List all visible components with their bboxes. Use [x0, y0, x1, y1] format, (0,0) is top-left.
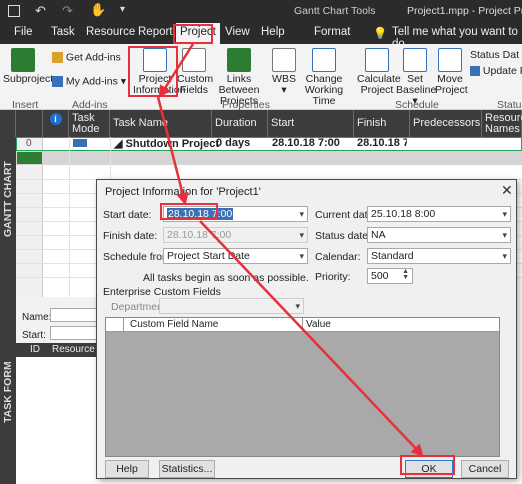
annotation-arrows — [156, 43, 424, 457]
arrow-button-to-start-date — [156, 96, 189, 206]
arrow-start-date-to-ok — [199, 220, 424, 457]
arrow-tab-to-button — [158, 43, 195, 99]
